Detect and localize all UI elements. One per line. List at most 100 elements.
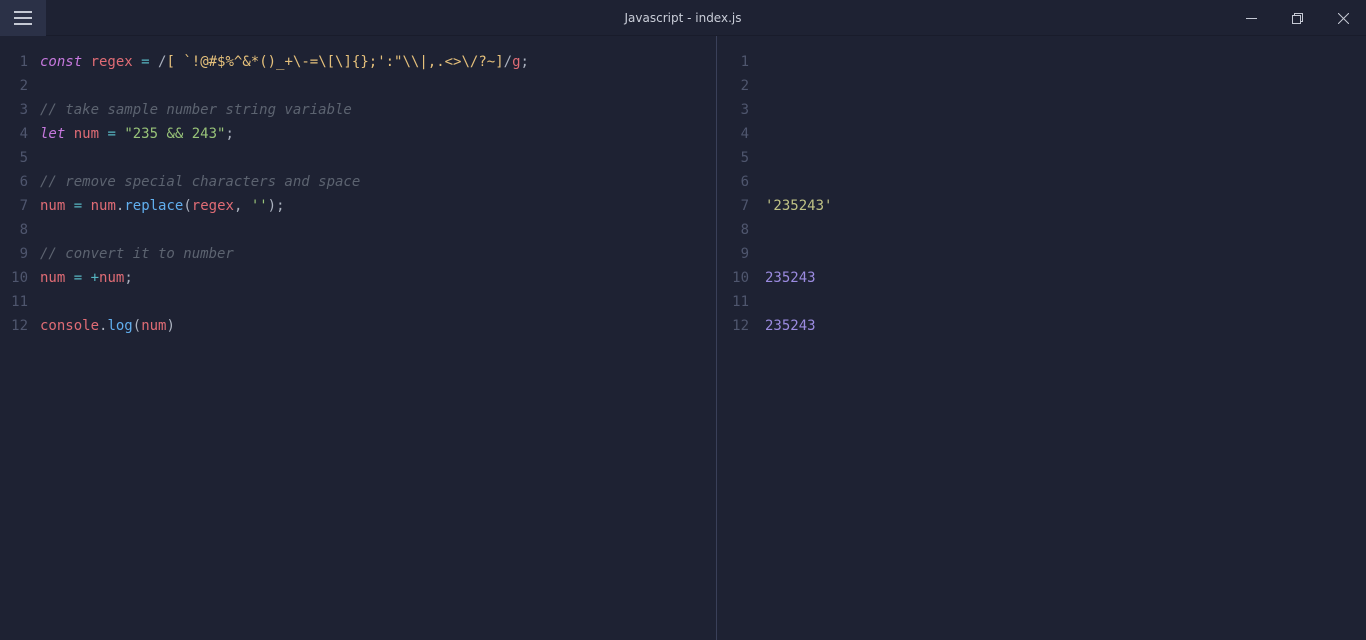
close-icon [1338, 13, 1349, 24]
token-ident: g [512, 54, 520, 70]
line-number: 12 [0, 314, 40, 338]
line-number: 9 [717, 242, 765, 266]
output-line [765, 98, 1366, 122]
token-op: + [91, 270, 99, 286]
line-number: 11 [0, 290, 40, 314]
token-str: '' [251, 198, 268, 214]
token-ident: num [99, 270, 124, 286]
token-kw: let [40, 126, 74, 142]
line-number: 6 [717, 170, 765, 194]
token-plain [133, 54, 141, 70]
line-number: 5 [0, 146, 40, 170]
output-line [765, 146, 1366, 170]
output-line [765, 170, 1366, 194]
menu-button[interactable] [0, 0, 46, 36]
code-line [40, 290, 716, 314]
token-comment: // take sample number string variable [40, 102, 352, 118]
token-comment: // remove special characters and space [40, 174, 360, 190]
code-line [40, 218, 716, 242]
token-ident: console [40, 318, 99, 334]
token-ident: regex [192, 198, 234, 214]
line-number: 8 [717, 218, 765, 242]
token-ident: num [40, 198, 65, 214]
line-number: 10 [717, 266, 765, 290]
token-op: = [74, 270, 82, 286]
line-number: 7 [0, 194, 40, 218]
line-number: 2 [717, 74, 765, 98]
output-line [765, 242, 1366, 266]
restore-icon [1292, 13, 1303, 24]
token-ident: num [141, 318, 166, 334]
token-plain [65, 270, 73, 286]
token-plain [82, 270, 90, 286]
token-method: log [107, 318, 132, 334]
line-number: 4 [0, 122, 40, 146]
close-button[interactable] [1320, 0, 1366, 36]
titlebar: Javascript - index.js [0, 0, 1366, 36]
editor-pane-code[interactable]: 123456789101112 const regex = /[ `!@#$%^… [0, 36, 717, 640]
code-area-right: '235243' 235243 235243 [765, 50, 1366, 640]
output-line: '235243' [765, 194, 1366, 218]
token-plain [82, 198, 90, 214]
window-controls [1228, 0, 1366, 36]
menu-icon [14, 11, 32, 25]
code-line: num = num.replace(regex, ''); [40, 194, 716, 218]
token-out-num: 235243 [765, 270, 816, 286]
token-ident: num [91, 198, 116, 214]
token-op: = [74, 198, 82, 214]
line-number: 4 [717, 122, 765, 146]
minimize-icon [1246, 13, 1257, 24]
code-line [40, 74, 716, 98]
token-out-str: '235243' [765, 198, 832, 214]
code-line: // convert it to number [40, 242, 716, 266]
editor-pane-output[interactable]: 123456789101112 '235243'235243235243 [717, 36, 1366, 640]
editor-split: 123456789101112 const regex = /[ `!@#$%^… [0, 36, 1366, 640]
line-number: 9 [0, 242, 40, 266]
token-plain: ; [225, 126, 233, 142]
token-op: = [141, 54, 149, 70]
window-title: Javascript - index.js [625, 11, 742, 25]
code-line: console.log(num) [40, 314, 716, 338]
token-op: = [107, 126, 115, 142]
code-line: const regex = /[ `!@#$%^&*()_+\-=\[\]{};… [40, 50, 716, 74]
maximize-button[interactable] [1274, 0, 1320, 36]
token-str: "235 && 243" [124, 126, 225, 142]
line-number: 8 [0, 218, 40, 242]
line-number: 3 [0, 98, 40, 122]
output-line: 235243 [765, 314, 1366, 338]
output-line [765, 218, 1366, 242]
token-ident: regex [91, 54, 133, 70]
line-number: 1 [0, 50, 40, 74]
line-number: 2 [0, 74, 40, 98]
token-plain: ( [133, 318, 141, 334]
token-ident: num [40, 270, 65, 286]
line-number: 5 [717, 146, 765, 170]
line-number: 10 [0, 266, 40, 290]
token-regex-body: [ `!@#$%^&*()_+\-=\[\]{};':"\\|,.<>\/?~] [166, 54, 503, 70]
output-line [765, 122, 1366, 146]
token-plain: ) [166, 318, 174, 334]
token-out-num: 235243 [765, 318, 816, 334]
line-number: 6 [0, 170, 40, 194]
output-line: 235243 [765, 266, 1366, 290]
token-regex-delim: / [504, 54, 512, 70]
line-number: 1 [717, 50, 765, 74]
output-line [765, 50, 1366, 74]
line-gutter-right: 123456789101112 [717, 50, 765, 640]
line-number: 11 [717, 290, 765, 314]
token-plain: , [234, 198, 251, 214]
token-plain [150, 54, 158, 70]
code-area-left[interactable]: const regex = /[ `!@#$%^&*()_+\-=\[\]{};… [40, 50, 716, 640]
minimize-button[interactable] [1228, 0, 1274, 36]
code-line: // take sample number string variable [40, 98, 716, 122]
line-number: 7 [717, 194, 765, 218]
line-number: 12 [717, 314, 765, 338]
line-gutter-left: 123456789101112 [0, 50, 40, 640]
output-line [765, 74, 1366, 98]
token-comment: // convert it to number [40, 246, 234, 262]
line-number: 3 [717, 98, 765, 122]
token-ident: num [74, 126, 99, 142]
token-plain: ; [521, 54, 529, 70]
code-line: num = +num; [40, 266, 716, 290]
token-plain: ); [268, 198, 285, 214]
